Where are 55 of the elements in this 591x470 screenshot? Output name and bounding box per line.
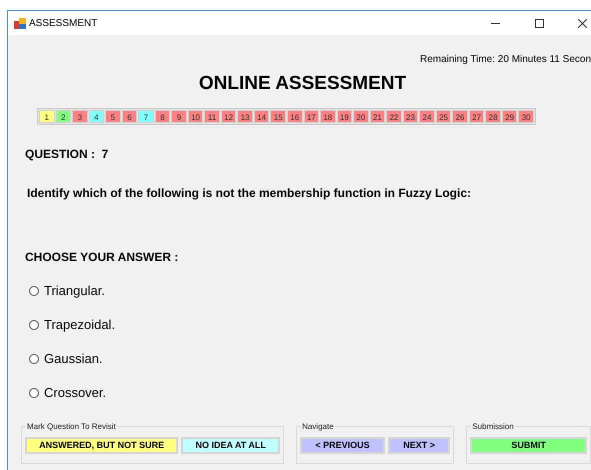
question-number-button[interactable]: 20 <box>353 110 369 122</box>
question-number-button[interactable]: 7 <box>138 110 154 122</box>
answer-option[interactable]: Crossover. <box>29 384 591 400</box>
radio-button[interactable] <box>29 286 39 296</box>
question-number-button[interactable]: 30 <box>518 110 534 122</box>
question-number-button[interactable]: 16 <box>286 110 302 122</box>
question-number-button[interactable]: 26 <box>452 110 468 122</box>
question-text: Identify which of the following is not the membership function in Fuzzy Logic: <box>27 186 471 200</box>
question-number-button[interactable]: 12 <box>220 110 236 122</box>
question-number-button[interactable]: 19 <box>336 110 352 122</box>
question-number: QUESTION : 7 <box>25 146 110 162</box>
question-number-button[interactable]: 11 <box>204 110 220 122</box>
question-number-button[interactable]: 4 <box>88 110 104 122</box>
question-number-button[interactable]: 29 <box>502 110 518 122</box>
group-title: Navigate <box>301 421 335 433</box>
answer-option[interactable]: Triangular. <box>29 282 591 298</box>
question-number-button[interactable]: 17 <box>304 110 320 122</box>
radio-button[interactable] <box>29 320 39 330</box>
remaining-time: Remaining Time: 20 Minutes 11 Secon <box>420 53 591 66</box>
action-button[interactable]: SUBMIT <box>470 437 587 454</box>
answer-option[interactable]: Gaussian. <box>29 350 591 366</box>
action-button[interactable]: NO IDEA AT ALL <box>181 437 280 454</box>
action-button[interactable]: NEXT > <box>388 437 450 454</box>
action-button[interactable]: < PREVIOUS <box>300 437 385 454</box>
question-number-button[interactable]: 25 <box>436 110 452 122</box>
question-number-button[interactable]: 1 <box>39 110 55 122</box>
window-title: ASSESSMENT <box>29 16 98 30</box>
assessment-heading: ONLINE ASSESSMENT <box>198 72 406 96</box>
question-number-button[interactable]: 10 <box>188 110 204 122</box>
answer-option[interactable]: Trapezoidal. <box>29 316 591 332</box>
question-number-button[interactable]: 21 <box>370 110 386 122</box>
answer-prompt: CHOOSE YOUR ANSWER : <box>25 250 178 264</box>
question-number-button[interactable]: 23 <box>402 110 418 122</box>
question-number-button[interactable]: 9 <box>171 110 187 122</box>
question-number-button[interactable]: 8 <box>154 110 170 122</box>
question-number-button[interactable]: 5 <box>105 110 121 122</box>
question-number-button[interactable]: 28 <box>485 110 501 122</box>
question-number-button[interactable]: 14 <box>254 110 270 122</box>
question-number-button[interactable]: 13 <box>237 110 253 122</box>
question-number-button[interactable]: 18 <box>320 110 336 122</box>
question-number-button[interactable]: 22 <box>386 110 402 122</box>
question-number-button[interactable]: 15 <box>270 110 286 122</box>
app-icon <box>14 18 26 28</box>
minimize-icon <box>490 22 500 24</box>
radio-button[interactable] <box>29 354 39 364</box>
question-number-button[interactable]: 6 <box>122 110 138 122</box>
question-number-button[interactable]: 24 <box>419 110 435 122</box>
radio-button[interactable] <box>29 388 39 398</box>
action-button[interactable]: ANSWERED, BUT NOT SURE <box>25 437 178 454</box>
question-number-button[interactable]: 27 <box>468 110 484 122</box>
group-title: Mark Question To Revisit <box>26 421 117 433</box>
close-icon <box>578 18 587 28</box>
question-number-button[interactable]: 3 <box>72 110 88 122</box>
question-number-button[interactable]: 2 <box>56 110 72 122</box>
maximize-icon <box>534 18 544 28</box>
